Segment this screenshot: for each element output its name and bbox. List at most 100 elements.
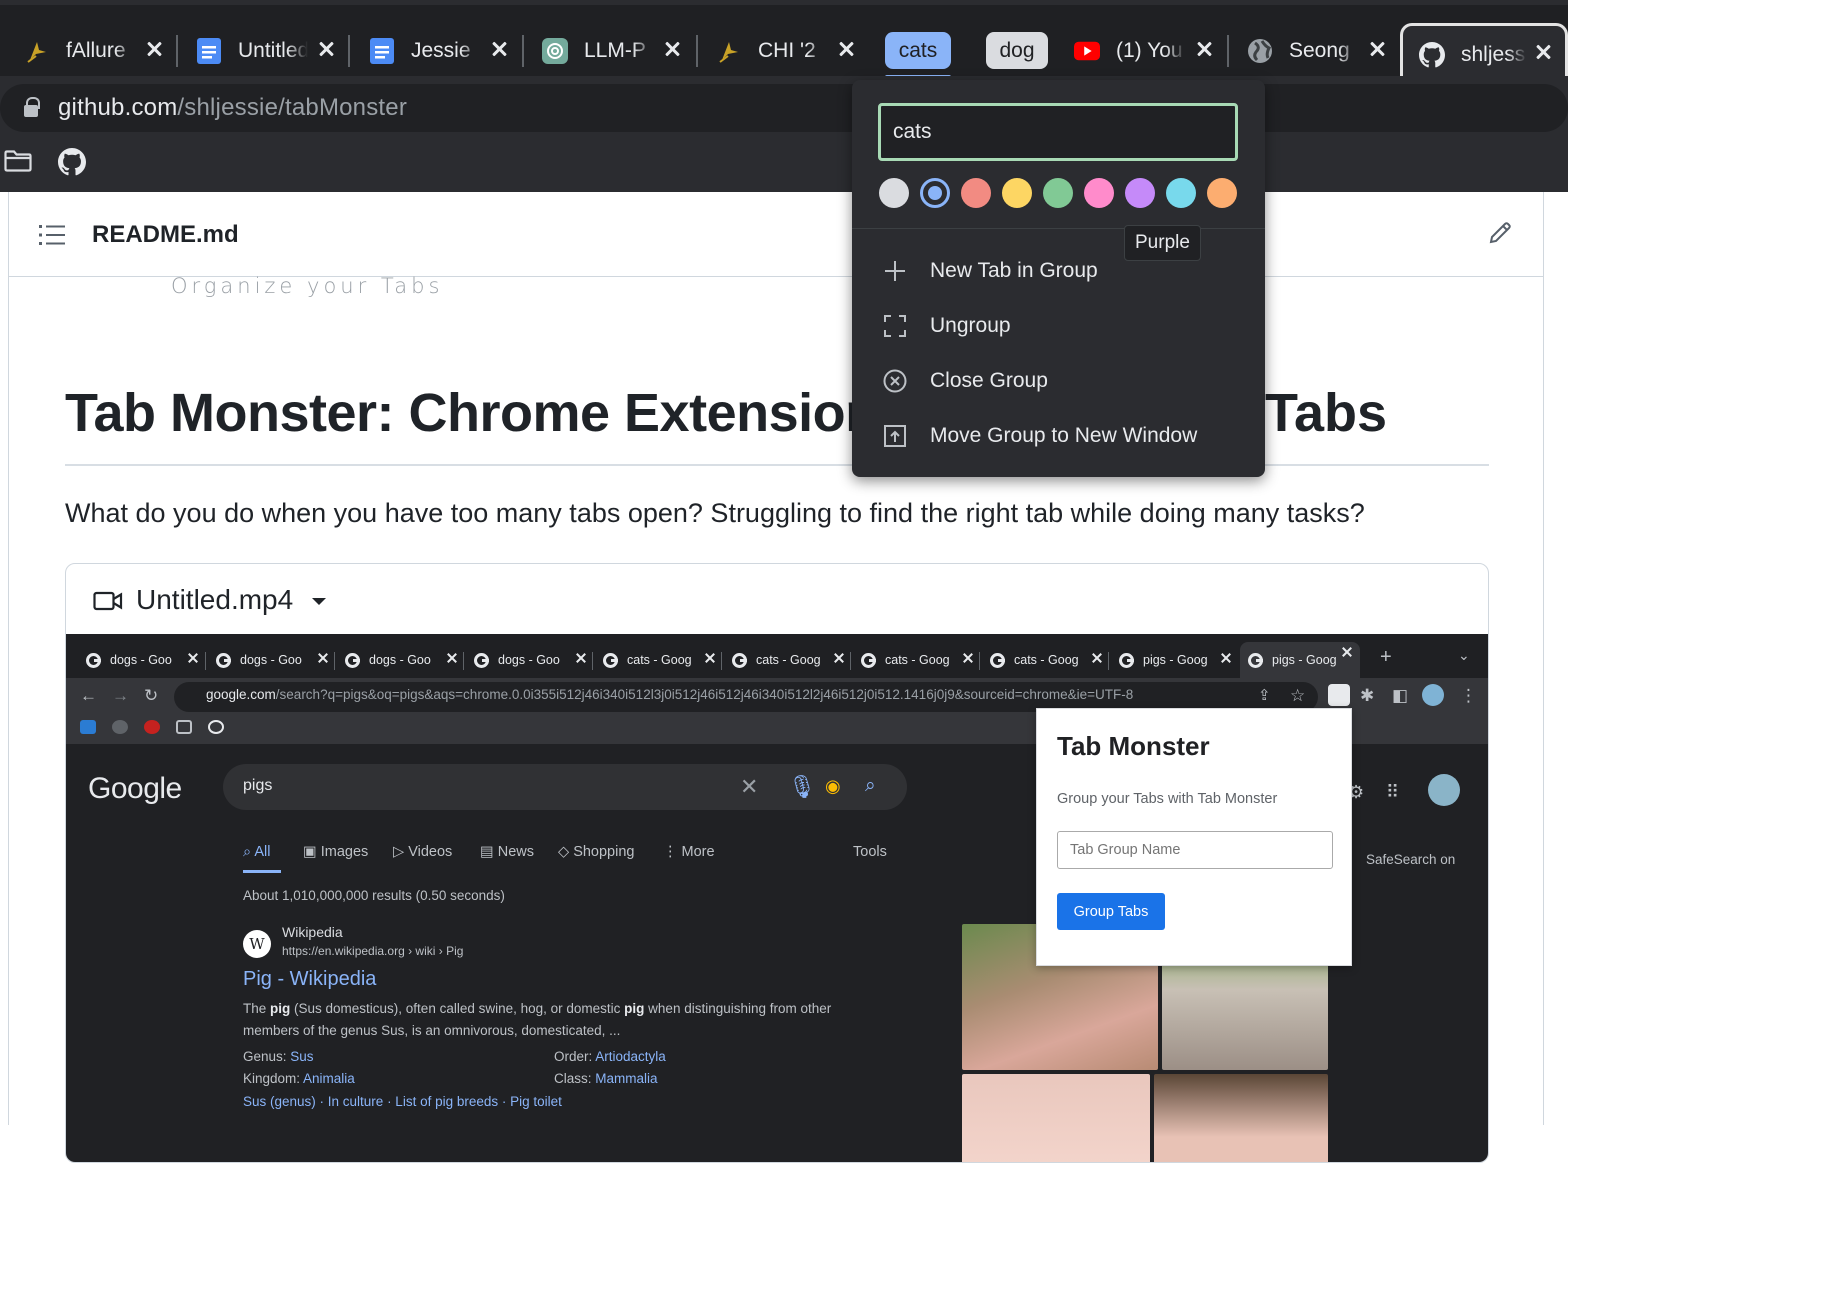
tab-github-active[interactable]: shljess [1400,23,1568,83]
close-tab-icon[interactable] [489,39,509,59]
close-icon [1092,653,1102,663]
edit-pencil-icon[interactable] [1487,220,1513,251]
tab-divider [205,652,206,670]
group-name-input[interactable] [878,103,1238,161]
color-purple-swatch[interactable] [1125,178,1155,208]
github-icon[interactable] [58,148,86,181]
filter-news: ▤ News [480,844,534,860]
tab-divider [1227,35,1229,67]
tab-youtube[interactable]: (1) You [1074,23,1224,79]
tab-jessie[interactable]: Jessie [369,23,519,79]
tab-fallure[interactable]: fAllure [24,23,174,79]
tab-title: Seong [1289,39,1350,62]
close-tab-icon[interactable] [1367,39,1387,59]
close-icon [447,653,457,663]
readme-filename: README.md [92,221,239,248]
color-orange-swatch[interactable] [1207,178,1237,208]
group-tabs-button: Group Tabs [1057,893,1165,930]
google-icon [216,652,231,668]
embedded-search-box: pigs ✕ 🎙 ◉ ⌕ [223,764,907,810]
heading-divider [65,464,1489,466]
address-bar[interactable]: github.com/shljessie/tabMonster [0,84,1568,132]
tab-group-cats[interactable]: cats [885,32,951,69]
tab-divider [721,652,722,670]
safesearch-label: SafeSearch on [1366,852,1456,867]
tab-chi[interactable]: CHI '2 [716,23,866,79]
tab-divider [334,652,335,670]
color-cyan-swatch[interactable] [1166,178,1196,208]
tab-title: LLM-P [584,39,646,62]
share-icon: ⇪ [1258,687,1271,704]
folder-icon[interactable] [4,150,32,177]
close-tab-icon[interactable] [1194,39,1214,59]
embedded-url: google.com/search?q=pigs&oq=pigs&aqs=chr… [206,687,1134,702]
camera-icon: ◉ [825,776,841,796]
menu-item-label: Close Group [930,369,1048,392]
search-query: pigs [243,777,273,794]
tab-untitled[interactable]: Untitled [196,23,346,79]
google-icon [474,652,489,668]
outline-list-icon[interactable] [39,224,65,251]
tab-group-dog[interactable]: dog [986,32,1048,69]
google-icon [861,652,876,668]
url-text[interactable]: github.com/shljessie/tabMonster [58,94,407,122]
tab-llm[interactable]: LLM-P [542,23,692,79]
wikipedia-icon: W [243,930,271,958]
puzzle-icon: ✱ [1360,686,1375,705]
close-tab-icon[interactable] [316,39,336,59]
result-facts-right: Order: Artiodactyla Class: Mammalia [554,1049,666,1086]
close-icon [576,653,586,663]
chevron-down-icon: ⌄ [1458,647,1470,663]
google-logo: Google [88,772,182,805]
docs-icon [369,38,395,64]
menu-new-tab-in-group[interactable]: New Tab in Group [852,246,1265,296]
close-tab-icon[interactable] [144,39,164,59]
video-frame[interactable]: dogs - Goo dogs - Goo dogs - Goo dogs - … [66,634,1488,1162]
bookmark-icon [112,720,128,734]
extension-icon [1328,684,1350,706]
sidepanel-icon: ◧ [1392,686,1409,705]
tab-seong[interactable]: Seong [1247,23,1397,79]
move-window-icon [880,421,910,451]
popup-subtitle: Group your Tabs with Tab Monster [1057,791,1278,807]
lock-icon[interactable] [24,97,40,117]
chevron-down-icon[interactable] [312,598,326,605]
embedded-tab: cats - Goog [603,648,715,672]
close-icon [1221,653,1231,663]
color-yellow-swatch[interactable] [1002,178,1032,208]
close-tab-icon[interactable] [662,39,682,59]
search-icon: ⌕ [865,775,876,796]
embedded-tab: dogs - Goo [216,648,328,672]
filter-shopping: ◇ Shopping [558,844,635,860]
close-tab-icon[interactable] [836,39,856,59]
close-icon [834,653,844,663]
result-snippet: The pig (Sus domesticus), often called s… [243,1001,832,1038]
menu-close-group[interactable]: Close Group [852,356,1265,406]
color-pink-swatch[interactable] [1084,178,1114,208]
color-grey-swatch[interactable] [879,178,909,208]
mic-icon: 🎙 [788,774,816,799]
tab-title: Untitled [238,39,308,62]
tab-divider [696,35,698,67]
close-tab-icon[interactable] [1533,42,1553,62]
filter-all: ⌕ All [243,844,271,860]
embedded-tab: dogs - Goo [474,648,586,672]
color-green-swatch[interactable] [1043,178,1073,208]
menu-move-group-new-window[interactable]: Move Group to New Window [852,411,1265,461]
color-tooltip: Purple [1124,225,1201,261]
embedded-tab: cats - Goog [732,648,844,672]
video-attachment[interactable]: Untitled.mp4 dogs - Goo dogs - Goo dogs … [65,563,1489,1163]
menu-ungroup[interactable]: Ungroup [852,301,1265,351]
color-blue-swatch[interactable] [920,178,950,208]
apps-grid-icon: ⠿ [1386,782,1400,802]
close-circle-icon [880,366,910,396]
video-header[interactable]: Untitled.mp4 [66,564,1488,634]
tab-title: CHI '2 [758,39,816,62]
tab-divider [348,35,350,67]
google-icon [732,652,747,668]
menu-item-label: Move Group to New Window [930,424,1198,447]
star-icon: ☆ [1290,686,1306,705]
color-red-swatch[interactable] [961,178,991,208]
filter-images: ▣ Images [303,844,369,860]
tab-title: shljess [1461,42,1526,66]
